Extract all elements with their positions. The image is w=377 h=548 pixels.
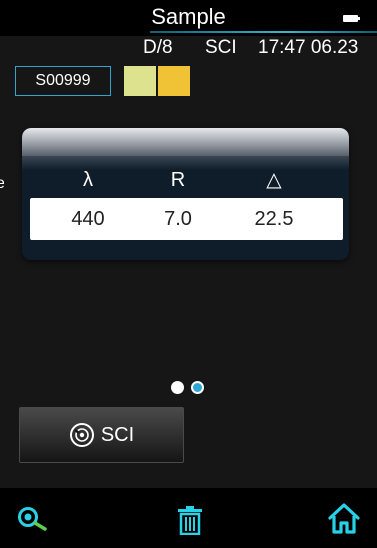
page-title: Sample [151,4,226,29]
sample-color-swatch [124,66,156,96]
sci-button[interactable]: SCI [19,407,184,463]
battery-tip [358,17,360,20]
offscreen-label: e [0,175,4,193]
trash-icon[interactable] [177,505,203,535]
standard-color-swatch [158,66,190,96]
probe-icon[interactable] [17,507,49,531]
page-dot-1[interactable] [171,381,184,394]
datetime-label: 17:47 06.23 [258,37,359,58]
top-bar: Sample [0,0,377,36]
wavelength-header: λ [83,169,93,191]
sample-id-box[interactable]: S00999 [15,66,111,96]
home-icon[interactable] [327,501,361,535]
reflectance-value: 7.0 [164,208,192,230]
data-panel: λ R △ 440 7.0 22.5 [22,128,349,260]
delta-header: △ [266,169,282,191]
sample-id: S00999 [35,72,91,89]
sci-icon [69,423,94,447]
battery-icon [343,15,358,22]
data-row[interactable]: 440 7.0 22.5 [30,198,343,240]
mode-label: SCI [205,37,237,58]
panel-header-gloss [22,128,349,156]
header-divider [150,31,377,33]
delta-value: 22.5 [254,208,294,230]
status-row: D/8 SCI 17:47 06.23 [0,36,377,60]
reflectance-header: R [170,169,186,191]
geometry-label: D/8 [143,37,173,58]
page-dot-2-active[interactable] [191,381,204,394]
bottom-nav [0,488,377,548]
sci-button-label: SCI [100,423,135,446]
wavelength-value: 440 [71,208,105,230]
